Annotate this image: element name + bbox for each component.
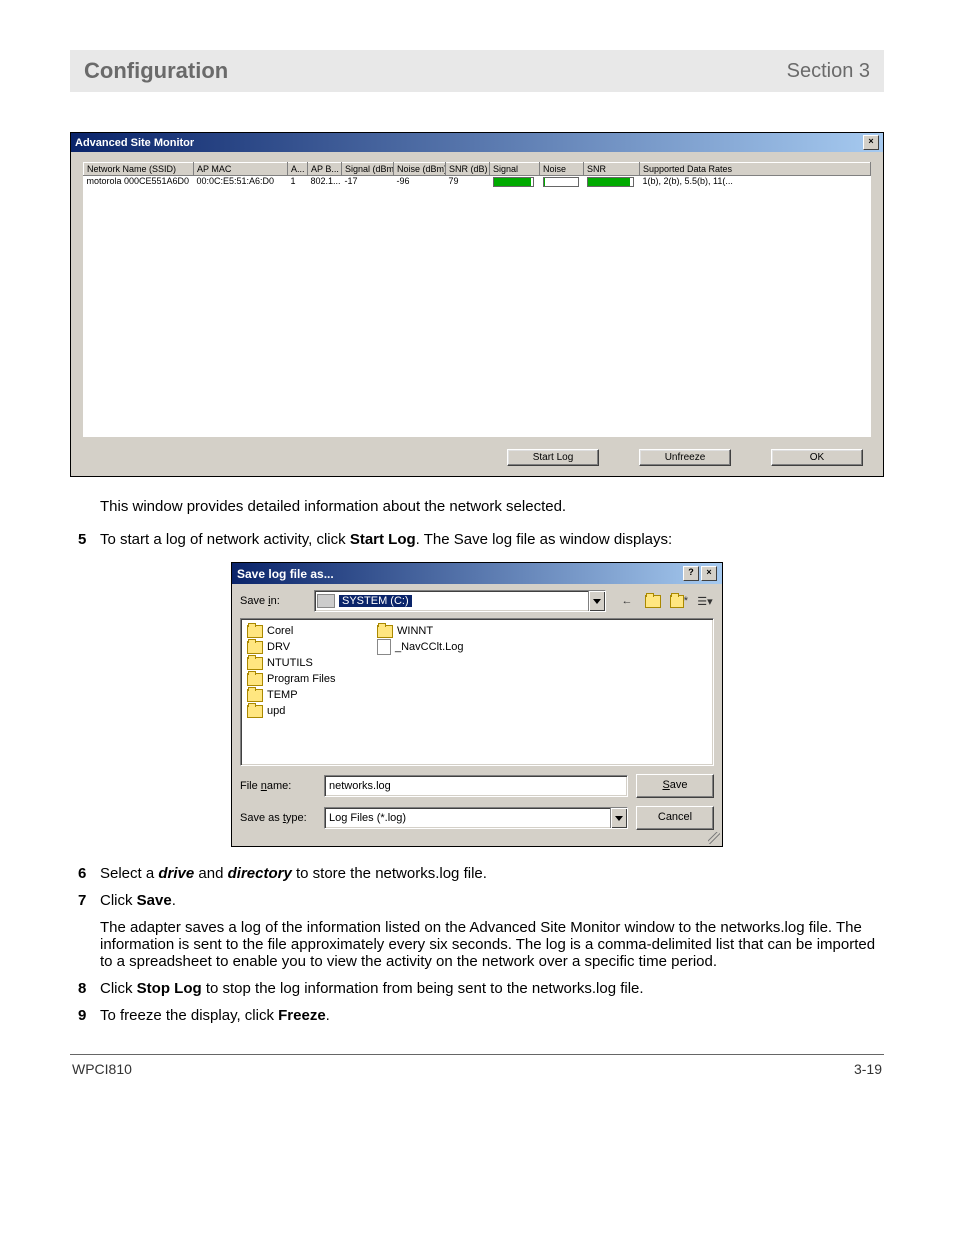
list-item[interactable]: Corel — [247, 623, 377, 639]
table-empty-area — [87, 187, 868, 437]
cell-snr-db: 79 — [446, 176, 490, 187]
col-signal-dbm[interactable]: Signal (dBm) — [342, 163, 394, 176]
ok-button[interactable]: OK — [771, 449, 863, 466]
col-signal[interactable]: Signal — [490, 163, 540, 176]
col-noise[interactable]: Noise — [540, 163, 584, 176]
folder-icon — [377, 625, 393, 638]
cell-ssid: motorola 000CE551A6D0 — [84, 176, 194, 187]
save-dialog-title: Save log file as... — [237, 567, 334, 581]
col-a[interactable]: A... — [288, 163, 308, 176]
dropdown-icon[interactable] — [610, 808, 627, 828]
step5-text: To start a log of network activity, clic… — [100, 531, 884, 548]
save-as-type-label: Save as type: — [240, 812, 316, 824]
list-item[interactable]: _NavCClt.Log — [377, 639, 507, 655]
col-ssid[interactable]: Network Name (SSID) — [84, 163, 194, 176]
step-number: 8 — [78, 980, 100, 997]
list-item[interactable]: WINNT — [377, 623, 507, 639]
save-in-value: SYSTEM (C:) — [339, 595, 412, 607]
file-name-label: File name: — [240, 780, 316, 792]
step-number: 6 — [78, 865, 100, 882]
back-icon[interactable]: ← — [618, 592, 636, 610]
folder-icon — [247, 641, 263, 654]
save-in-combo[interactable]: SYSTEM (C:) — [314, 590, 606, 612]
cell-signal-bar — [490, 176, 540, 187]
folder-icon — [247, 625, 263, 638]
cell-rates: 1(b), 2(b), 5.5(b), 11(... — [640, 176, 871, 187]
save-dialog: Save log file as... ? × Save in: SYSTEM … — [231, 562, 723, 847]
col-snr[interactable]: SNR — [584, 163, 640, 176]
cell-noise-dbm: -96 — [394, 176, 446, 187]
save-as-type-combo[interactable]: Log Files (*.log) — [324, 807, 628, 829]
drive-icon — [317, 594, 335, 608]
site-monitor-titlebar: Advanced Site Monitor × — [71, 133, 883, 152]
page-footer: WPCI810 3-19 — [70, 1061, 884, 1077]
save-in-label: Save in: — [240, 595, 308, 607]
new-folder-icon[interactable]: * — [670, 592, 688, 610]
step9-text: To freeze the display, click Freeze. — [100, 1007, 884, 1024]
cell-snr-bar — [584, 176, 640, 187]
close-icon[interactable]: × — [863, 135, 879, 150]
footer-right: 3-19 — [854, 1061, 882, 1077]
networks-table: Network Name (SSID) AP MAC A... AP B... … — [83, 162, 871, 437]
list-item[interactable]: NTUTILS — [247, 655, 377, 671]
page-header: Configuration Section 3 — [70, 50, 884, 92]
table-header-row: Network Name (SSID) AP MAC A... AP B... … — [84, 163, 871, 176]
cell-a: 1 — [288, 176, 308, 187]
save-button[interactable]: Save — [636, 774, 714, 798]
step7-text: Click Save. The adapter saves a log of t… — [100, 892, 884, 970]
cancel-button[interactable]: Cancel — [636, 806, 714, 830]
col-apb[interactable]: AP B... — [308, 163, 342, 176]
footer-divider — [70, 1054, 884, 1055]
list-item[interactable]: upd — [247, 703, 377, 719]
footer-left: WPCI810 — [72, 1061, 132, 1077]
folder-icon — [247, 705, 263, 718]
file-icon — [377, 639, 391, 655]
dropdown-icon[interactable] — [588, 591, 605, 611]
cell-apb: 802.1... — [308, 176, 342, 187]
file-list[interactable]: Corel DRV NTUTILS Program Files TEMP upd… — [240, 618, 714, 766]
start-log-button[interactable]: Start Log — [507, 449, 599, 466]
col-rates[interactable]: Supported Data Rates — [640, 163, 871, 176]
views-icon[interactable]: ☰▾ — [696, 592, 714, 610]
cell-noise-bar — [540, 176, 584, 187]
table-row[interactable]: motorola 000CE551A6D0 00:0C:E5:51:A6:D0 … — [84, 176, 871, 187]
step-number: 5 — [78, 531, 100, 548]
folder-icon — [247, 689, 263, 702]
header-section: Section 3 — [787, 60, 870, 83]
help-icon[interactable]: ? — [683, 566, 699, 581]
folder-icon — [247, 657, 263, 670]
monitor-caption: This window provides detailed informatio… — [100, 497, 884, 517]
file-name-input[interactable]: networks.log — [324, 775, 628, 797]
col-snr-db[interactable]: SNR (dB) — [446, 163, 490, 176]
header-title: Configuration — [84, 58, 228, 84]
site-monitor-title: Advanced Site Monitor — [75, 137, 194, 149]
list-item[interactable]: TEMP — [247, 687, 377, 703]
unfreeze-button[interactable]: Unfreeze — [639, 449, 731, 466]
up-folder-icon[interactable] — [644, 592, 662, 610]
col-apmac[interactable]: AP MAC — [194, 163, 288, 176]
list-item[interactable]: Program Files — [247, 671, 377, 687]
site-monitor-window: Advanced Site Monitor × Network Name (SS… — [70, 132, 884, 477]
folder-icon — [247, 673, 263, 686]
cell-signal-dbm: -17 — [342, 176, 394, 187]
resize-grip-icon[interactable] — [708, 832, 720, 844]
step-number: 7 — [78, 892, 100, 970]
col-noise-dbm[interactable]: Noise (dBm) — [394, 163, 446, 176]
close-icon[interactable]: × — [701, 566, 717, 581]
list-item[interactable]: DRV — [247, 639, 377, 655]
step6-text: Select a drive and directory to store th… — [100, 865, 884, 882]
step8-text: Click Stop Log to stop the log informati… — [100, 980, 884, 997]
cell-apmac: 00:0C:E5:51:A6:D0 — [194, 176, 288, 187]
save-dialog-titlebar: Save log file as... ? × — [232, 563, 722, 584]
step7-paragraph: The adapter saves a log of the informati… — [100, 919, 884, 970]
step-number: 9 — [78, 1007, 100, 1024]
